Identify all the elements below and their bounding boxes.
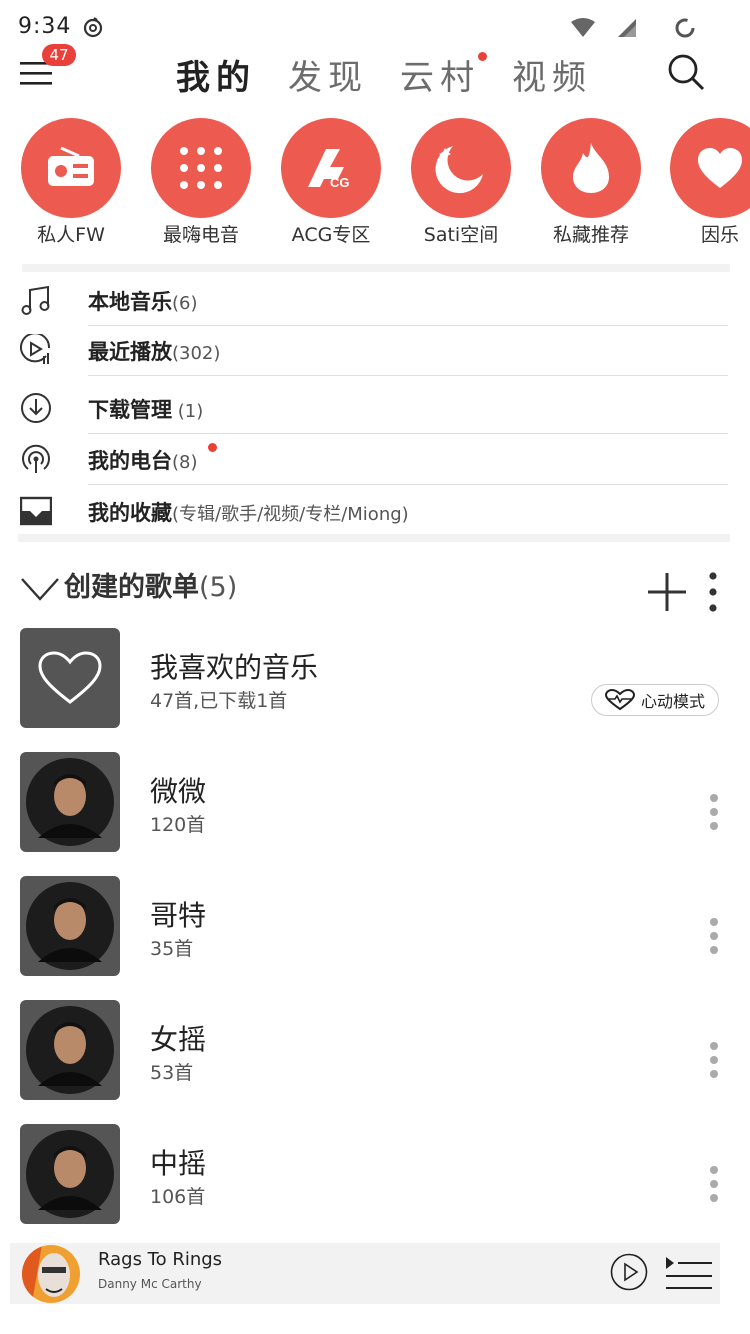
shortcut-private-fm[interactable]: 私人FW xyxy=(6,118,136,247)
playlist-item[interactable]: 微微 120首 xyxy=(0,752,750,854)
more-icon[interactable] xyxy=(706,571,720,613)
top-tabs: 我的 发现 云村 视频 xyxy=(176,50,624,99)
menu-count: (302) xyxy=(172,343,221,364)
mini-player[interactable]: Rags To Rings Danny Mc Carthy xyxy=(10,1243,720,1304)
heartbeat-mode-label: 心动模式 xyxy=(640,692,705,711)
section-count: (5) xyxy=(199,572,238,603)
tab-video[interactable]: 视频 xyxy=(512,50,624,99)
menu-download[interactable]: 下载管理 (1) xyxy=(0,382,750,434)
playlist-cover xyxy=(20,1000,120,1100)
podcast-icon xyxy=(22,444,50,473)
menu-count: (专辑/歌手/视频/专栏/Miong) xyxy=(172,504,409,525)
menu-count: (1) xyxy=(172,401,204,422)
more-icon[interactable] xyxy=(706,918,722,958)
playlist-count: 120首 xyxy=(150,814,206,836)
playlist-name: 我喜欢的音乐 xyxy=(150,651,319,684)
menu-label: 我的电台 xyxy=(88,449,172,473)
moon-icon xyxy=(411,118,511,218)
more-icon[interactable] xyxy=(706,1166,722,1206)
dots-grid-icon xyxy=(151,118,251,218)
shortcut-sati[interactable]: Sati空间 xyxy=(396,118,526,247)
playlist-cover xyxy=(20,628,120,728)
shortcut-yinle[interactable]: 因乐 xyxy=(655,118,750,247)
shortcut-acg[interactable]: CG ACG专区 xyxy=(266,118,396,247)
wifi-icon xyxy=(571,18,595,37)
playlist-cover xyxy=(20,1124,120,1224)
section-title: 创建的歌单 xyxy=(64,572,199,603)
shortcut-label: Sati空间 xyxy=(423,224,499,246)
playlist-name: 微微 xyxy=(150,775,207,808)
community-dot xyxy=(478,52,487,61)
menu-my-radio[interactable]: 我的电台(8) xyxy=(0,433,750,485)
menu-count: (8) xyxy=(172,452,198,473)
menu-my-collection[interactable]: 我的收藏(专辑/歌手/视频/专栏/Miong) xyxy=(0,485,750,537)
playlist-cover xyxy=(20,752,120,852)
shortcut-label: 最嗨电音 xyxy=(162,224,239,246)
tab-discover[interactable]: 发现 xyxy=(288,50,400,99)
shortcut-label: ACG专区 xyxy=(291,224,371,246)
section-divider xyxy=(22,264,730,272)
playlist-item[interactable]: 中摇 106首 xyxy=(0,1124,750,1226)
notification-badge: 47 xyxy=(42,44,76,66)
playlist-item[interactable]: 我喜欢的音乐 47首,已下载1首 心动模式 xyxy=(0,628,750,730)
status-icons xyxy=(570,16,698,40)
heart-icon xyxy=(670,118,750,218)
menu-recent-play[interactable]: 最近播放(302) xyxy=(0,324,750,376)
flame-icon xyxy=(541,118,641,218)
album-cover xyxy=(22,1245,80,1303)
more-icon[interactable] xyxy=(706,794,722,834)
music-note-icon xyxy=(21,285,50,315)
heartbeat-mode-button[interactable]: 心动模式 xyxy=(591,684,719,716)
created-playlists-header: 创建的歌单(5) xyxy=(20,565,730,612)
recent-play-icon xyxy=(20,334,51,364)
playlist-name: 哥特 xyxy=(150,899,207,932)
shortcut-row: 私人FW 最嗨电音 CG ACG专区 Sati空间 私藏推荐 因乐 xyxy=(0,118,750,248)
tab-mine[interactable]: 我的 xyxy=(176,50,288,99)
play-icon[interactable] xyxy=(610,1253,648,1291)
shortcut-label: 私藏推荐 xyxy=(552,224,629,246)
menu-label: 本地音乐 xyxy=(88,290,172,314)
playlist-count: 53首 xyxy=(150,1062,194,1084)
section-divider xyxy=(18,534,730,542)
collection-icon xyxy=(20,496,52,526)
song-artist: Danny Mc Carthy xyxy=(98,1277,202,1291)
svg-text:CG: CG xyxy=(330,175,350,190)
playlist-item[interactable]: 哥特 35首 xyxy=(0,876,750,978)
playlist-name: 中摇 xyxy=(150,1147,207,1180)
status-time: 9:34 xyxy=(18,14,72,39)
menu-label: 下载管理 xyxy=(88,398,172,422)
playlist-cover xyxy=(20,876,120,976)
signal-icon xyxy=(618,19,636,37)
playlist-count: 35首 xyxy=(150,938,194,960)
new-dot xyxy=(208,443,217,452)
more-icon[interactable] xyxy=(706,1042,722,1082)
heartbeat-icon xyxy=(604,689,635,711)
playlist-queue-icon[interactable] xyxy=(664,1255,714,1291)
menu-label: 我的收藏 xyxy=(88,501,172,525)
shortcut-label: 私人FW xyxy=(37,224,105,246)
menu-count: (6) xyxy=(172,293,198,314)
menu-label: 最近播放 xyxy=(88,340,172,364)
row-divider xyxy=(88,375,728,376)
shortcut-edm[interactable]: 最嗨电音 xyxy=(136,118,266,247)
chevron-down-icon[interactable] xyxy=(20,577,60,601)
tab-community[interactable]: 云村 xyxy=(400,50,512,99)
acg-icon: CG xyxy=(281,118,381,218)
playlist-count: 47首,已下载1首 xyxy=(150,690,288,712)
loading-icon xyxy=(675,18,695,38)
playlist-name: 女摇 xyxy=(150,1023,207,1056)
add-playlist-icon[interactable] xyxy=(646,571,688,613)
shortcut-private-picks[interactable]: 私藏推荐 xyxy=(526,118,656,247)
playlist-count: 106首 xyxy=(150,1186,206,1208)
playlist-item[interactable]: 女摇 53首 xyxy=(0,1000,750,1102)
shortcut-label: 因乐 xyxy=(700,224,739,246)
menu-local-music[interactable]: 本地音乐(6) xyxy=(0,274,750,326)
radio-icon xyxy=(21,118,121,218)
search-icon[interactable] xyxy=(666,52,706,92)
heart-outline-icon xyxy=(38,651,102,704)
netease-icon xyxy=(83,17,103,38)
song-title: Rags To Rings xyxy=(98,1249,223,1270)
download-icon xyxy=(21,393,51,423)
